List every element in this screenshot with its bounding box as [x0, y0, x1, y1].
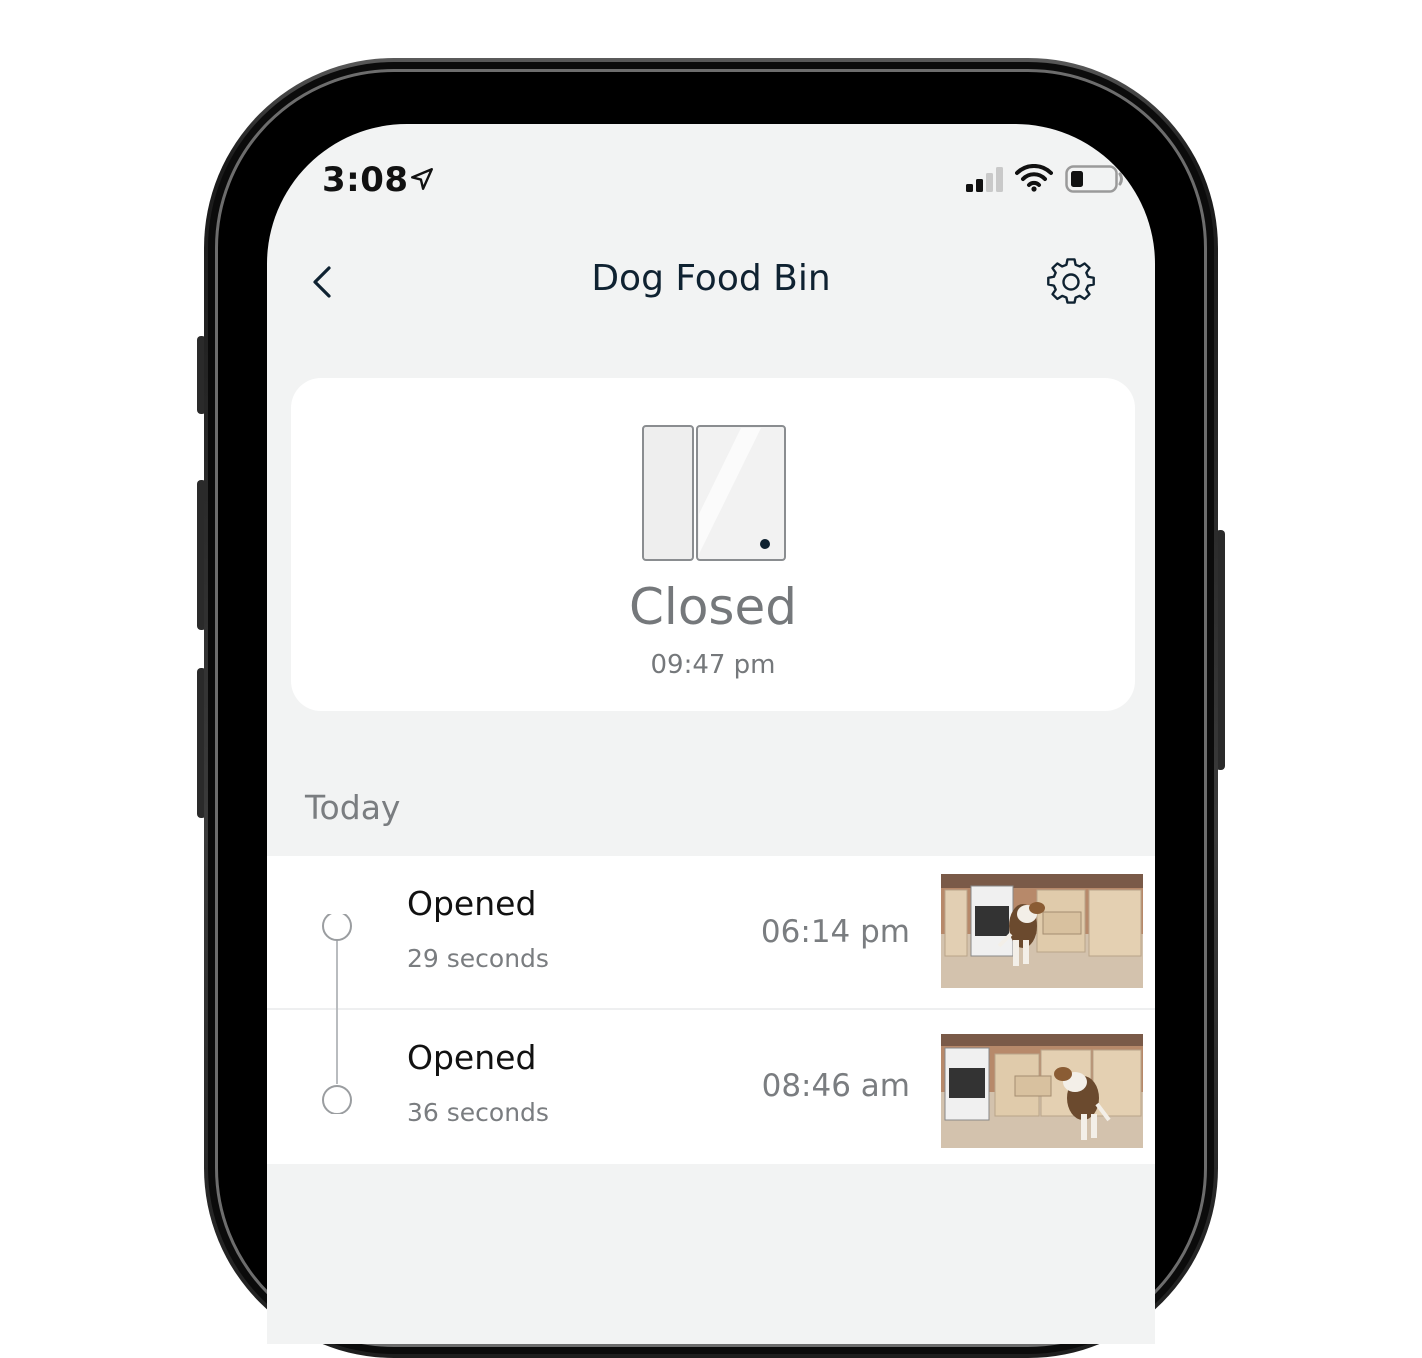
event-row[interactable]: Opened 29 seconds 06:14 pm [267, 856, 1155, 1008]
status-bar-time: 3:08 [322, 160, 409, 200]
event-title: Opened [407, 1038, 537, 1077]
event-time: 06:14 pm [760, 914, 910, 950]
location-arrow-icon [411, 168, 433, 190]
event-time: 08:46 am [761, 1068, 910, 1104]
door-sensor-icon [642, 425, 786, 561]
event-thumbnail-image[interactable] [941, 874, 1143, 988]
sensor-state-time: 09:47 pm [650, 650, 776, 680]
page-title: Dog Food Bin [591, 258, 831, 299]
event-duration: 29 seconds [407, 944, 549, 973]
event-list: Opened 29 seconds 06:14 pm Opened 36 sec… [267, 856, 1155, 1166]
sensor-status-card: Closed 09:47 pm [291, 378, 1135, 711]
signal-icon [966, 167, 1003, 192]
event-thumbnail-image[interactable] [941, 1034, 1143, 1148]
event-title: Opened [407, 884, 537, 923]
gear-icon[interactable] [1047, 258, 1095, 306]
event-duration: 36 seconds [407, 1098, 549, 1127]
section-header-today: Today [305, 788, 401, 827]
phone-frame: 3:08 Dog Food Bin Closed 09:47 pm Today … [204, 58, 1218, 1358]
phone-bezel: 3:08 Dog Food Bin Closed 09:47 pm Today … [215, 69, 1207, 1347]
phone-bezel-black: 3:08 Dog Food Bin Closed 09:47 pm Today … [224, 76, 1198, 1344]
phone-inner-frame: 3:08 Dog Food Bin Closed 09:47 pm Today … [208, 62, 1214, 1354]
event-row[interactable]: Opened 36 seconds 08:46 am [267, 1008, 1155, 1166]
sensor-state: Closed [629, 578, 797, 636]
timeline-connector [322, 914, 352, 1114]
battery-icon [1065, 165, 1123, 193]
wifi-icon [1015, 164, 1053, 192]
app-screen: 3:08 Dog Food Bin Closed 09:47 pm Today … [267, 124, 1155, 1344]
list-footer-area [267, 1164, 1155, 1344]
